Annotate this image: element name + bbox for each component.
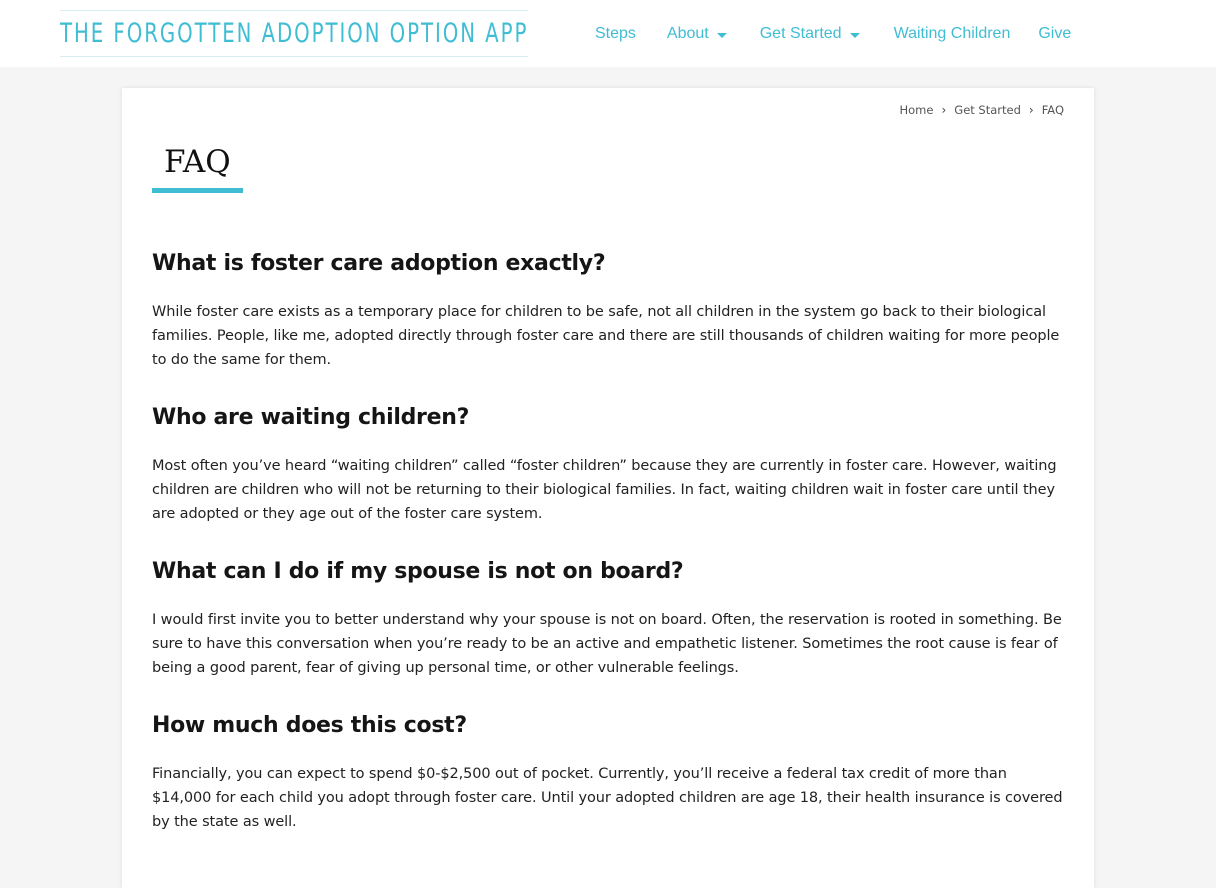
nav-about-label: About	[666, 25, 709, 42]
breadcrumb: Home › Get Started › FAQ	[900, 103, 1065, 117]
breadcrumb-home[interactable]: Home	[900, 103, 934, 117]
faq-item: How much does this cost? Financially, yo…	[152, 708, 1067, 834]
nav-steps-label: Steps	[595, 25, 636, 42]
breadcrumb-current: FAQ	[1041, 103, 1064, 117]
faq-item: What is foster care adoption exactly? Wh…	[152, 246, 1067, 372]
site-logo-link[interactable]: THE FORGOTTEN ADOPTION OPTION APP	[60, 10, 528, 57]
nav-about[interactable]: About	[667, 25, 727, 43]
nav-steps[interactable]: Steps	[595, 25, 636, 43]
nav-get-started-label: Get Started	[759, 25, 842, 42]
nav-give-label: Give	[1038, 25, 1072, 42]
chevron-right-icon: ›	[941, 103, 947, 117]
breadcrumb-get-started[interactable]: Get Started	[954, 103, 1021, 117]
faq-question: Who are waiting children?	[152, 405, 470, 430]
site-header: THE FORGOTTEN ADOPTION OPTION APP Steps …	[0, 0, 1216, 67]
content-card: Home › Get Started › FAQ FAQ What is fos…	[122, 88, 1094, 888]
faq-question: What is foster care adoption exactly?	[152, 251, 606, 276]
caret-down-icon	[849, 32, 860, 38]
page-title: FAQ	[152, 144, 243, 193]
faq-item: Who are waiting children? Most often you…	[152, 400, 1067, 526]
faq-list: What is foster care adoption exactly? Wh…	[152, 246, 1067, 862]
faq-answer: While foster care exists as a temporary …	[152, 304, 1060, 368]
faq-answer: Most often you’ve heard “waiting childre…	[152, 458, 1057, 522]
faq-answer: I would first invite you to better under…	[152, 612, 1062, 676]
nav-waiting-children[interactable]: Waiting Children	[894, 25, 1011, 43]
nav-get-started[interactable]: Get Started	[760, 25, 860, 43]
faq-item: What can I do if my spouse is not on boa…	[152, 554, 1067, 680]
nav-give[interactable]: Give	[1038, 25, 1071, 43]
faq-question: What can I do if my spouse is not on boa…	[152, 559, 684, 584]
chevron-right-icon: ›	[1028, 103, 1034, 117]
caret-down-icon	[716, 32, 727, 38]
faq-question: How much does this cost?	[152, 713, 467, 738]
faq-answer: Financially, you can expect to spend $0-…	[152, 766, 1063, 830]
nav-waiting-children-label: Waiting Children	[893, 25, 1011, 42]
main-nav: Steps About Get Started Waiting Children…	[595, 22, 1071, 46]
